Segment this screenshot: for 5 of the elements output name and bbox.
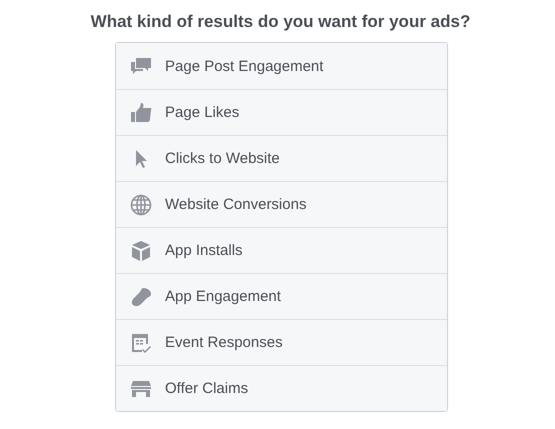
cube-icon	[129, 238, 153, 262]
globe-icon	[129, 192, 153, 216]
question-heading: What kind of results do you want for your ads?	[90, 12, 470, 32]
thumbs-up-icon	[129, 100, 153, 124]
objective-option[interactable]: Offer Claims	[116, 365, 447, 411]
